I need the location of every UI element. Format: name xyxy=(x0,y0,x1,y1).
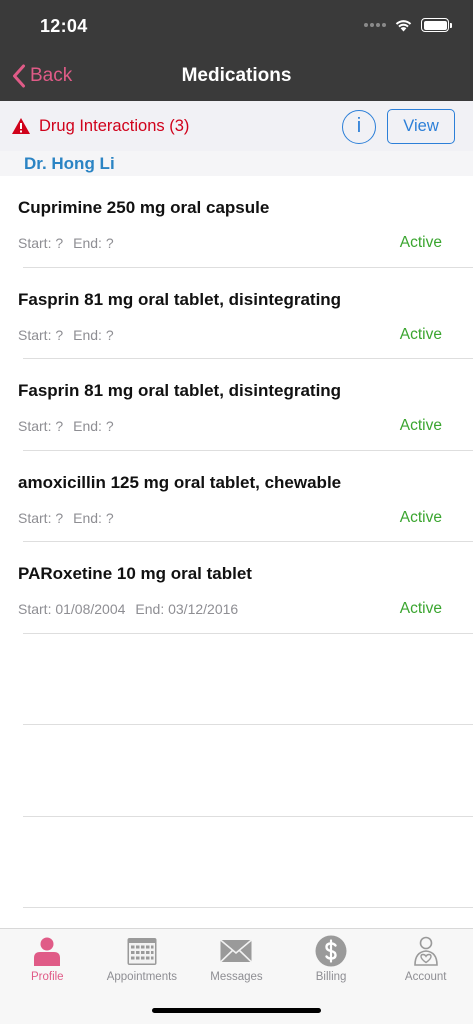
start-date: Start: ? xyxy=(18,326,64,343)
view-interactions-button[interactable]: View xyxy=(387,109,455,144)
medication-row[interactable]: PARoxetine 10 mg oral tablet Start: 01/0… xyxy=(0,542,473,634)
navigation-bar: Back Medications xyxy=(0,52,473,101)
medication-row[interactable]: Fasprin 81 mg oral tablet, disintegratin… xyxy=(0,268,473,360)
page-title: Medications xyxy=(181,65,292,86)
status-icons xyxy=(364,16,452,34)
medication-status: Active xyxy=(399,325,442,343)
status-time: 12:04 xyxy=(40,16,88,36)
medication-dates: Start: ? End: ? xyxy=(18,510,114,526)
medication-name: amoxicillin 125 mg oral tablet, chewable xyxy=(18,472,342,492)
medication-dates: Start: 01/08/2004 End: 03/12/2016 xyxy=(18,601,238,617)
tab-account[interactable]: Account xyxy=(378,929,473,991)
end-date: End: 03/12/2016 xyxy=(135,601,239,617)
tab-label: Messages xyxy=(210,971,263,983)
calendar-icon xyxy=(127,938,157,965)
doctor-name: Dr. Hong Li xyxy=(24,154,115,173)
tab-label: Billing xyxy=(315,971,347,983)
medication-name: PARoxetine 10 mg oral tablet xyxy=(18,564,252,583)
start-date: Start: 01/08/2004 xyxy=(18,601,126,617)
tab-messages[interactable]: Messages xyxy=(189,929,284,991)
empty-row xyxy=(0,634,473,726)
info-button[interactable]: i xyxy=(342,110,376,144)
tab-appointments[interactable]: Appointments xyxy=(95,929,190,991)
medication-list: Cuprimine 250 mg oral capsule Start: ? E… xyxy=(0,176,473,908)
wifi-icon xyxy=(395,20,412,32)
end-date: End: ? xyxy=(73,509,114,526)
tab-billing[interactable]: Billing xyxy=(284,929,379,991)
medication-status: Active xyxy=(399,508,442,526)
medication-dates: Start: ? End: ? xyxy=(18,235,114,251)
medication-name: Cuprimine 250 mg oral capsule xyxy=(18,198,270,217)
medication-row[interactable]: Cuprimine 250 mg oral capsule Start: ? E… xyxy=(0,176,473,268)
dollar-icon xyxy=(315,935,347,967)
medication-status: Active xyxy=(399,417,442,434)
warning-icon xyxy=(12,118,30,134)
medication-status: Active xyxy=(399,234,442,251)
empty-row xyxy=(0,817,473,909)
status-bar: 12:04 xyxy=(0,0,473,52)
cellular-signal-icon xyxy=(364,23,386,27)
start-date: Start: ? xyxy=(18,418,64,434)
profile-icon xyxy=(34,937,61,966)
medication-name: Fasprin 81 mg oral tablet, disintegratin… xyxy=(18,381,342,400)
drug-interactions-label[interactable]: Drug Interactions (3) xyxy=(39,117,189,136)
end-date: End: ? xyxy=(73,418,114,434)
start-date: Start: ? xyxy=(18,235,64,251)
tab-label: Account xyxy=(404,971,447,983)
end-date: End: ? xyxy=(73,235,114,251)
medication-row[interactable]: amoxicillin 125 mg oral tablet, chewable… xyxy=(0,451,473,543)
tab-profile[interactable]: Profile xyxy=(0,929,95,991)
home-indicator xyxy=(152,1008,321,1013)
medication-name: Fasprin 81 mg oral tablet, disintegratin… xyxy=(18,289,342,309)
medication-status: Active xyxy=(399,600,442,617)
tab-label: Profile xyxy=(30,971,64,983)
drug-interactions-bar: Drug Interactions (3) i View xyxy=(0,101,473,151)
battery-icon xyxy=(421,18,452,32)
doctor-section-header: Dr. Hong Li xyxy=(0,151,473,176)
medication-row[interactable]: Fasprin 81 mg oral tablet, disintegratin… xyxy=(0,359,473,451)
empty-row xyxy=(0,725,473,817)
end-date: End: ? xyxy=(73,326,114,343)
tab-label: Appointments xyxy=(106,971,178,983)
medication-dates: Start: ? End: ? xyxy=(18,327,114,343)
medication-dates: Start: ? End: ? xyxy=(18,418,114,434)
start-date: Start: ? xyxy=(18,509,64,526)
account-icon xyxy=(413,936,438,966)
envelope-icon xyxy=(220,939,253,963)
